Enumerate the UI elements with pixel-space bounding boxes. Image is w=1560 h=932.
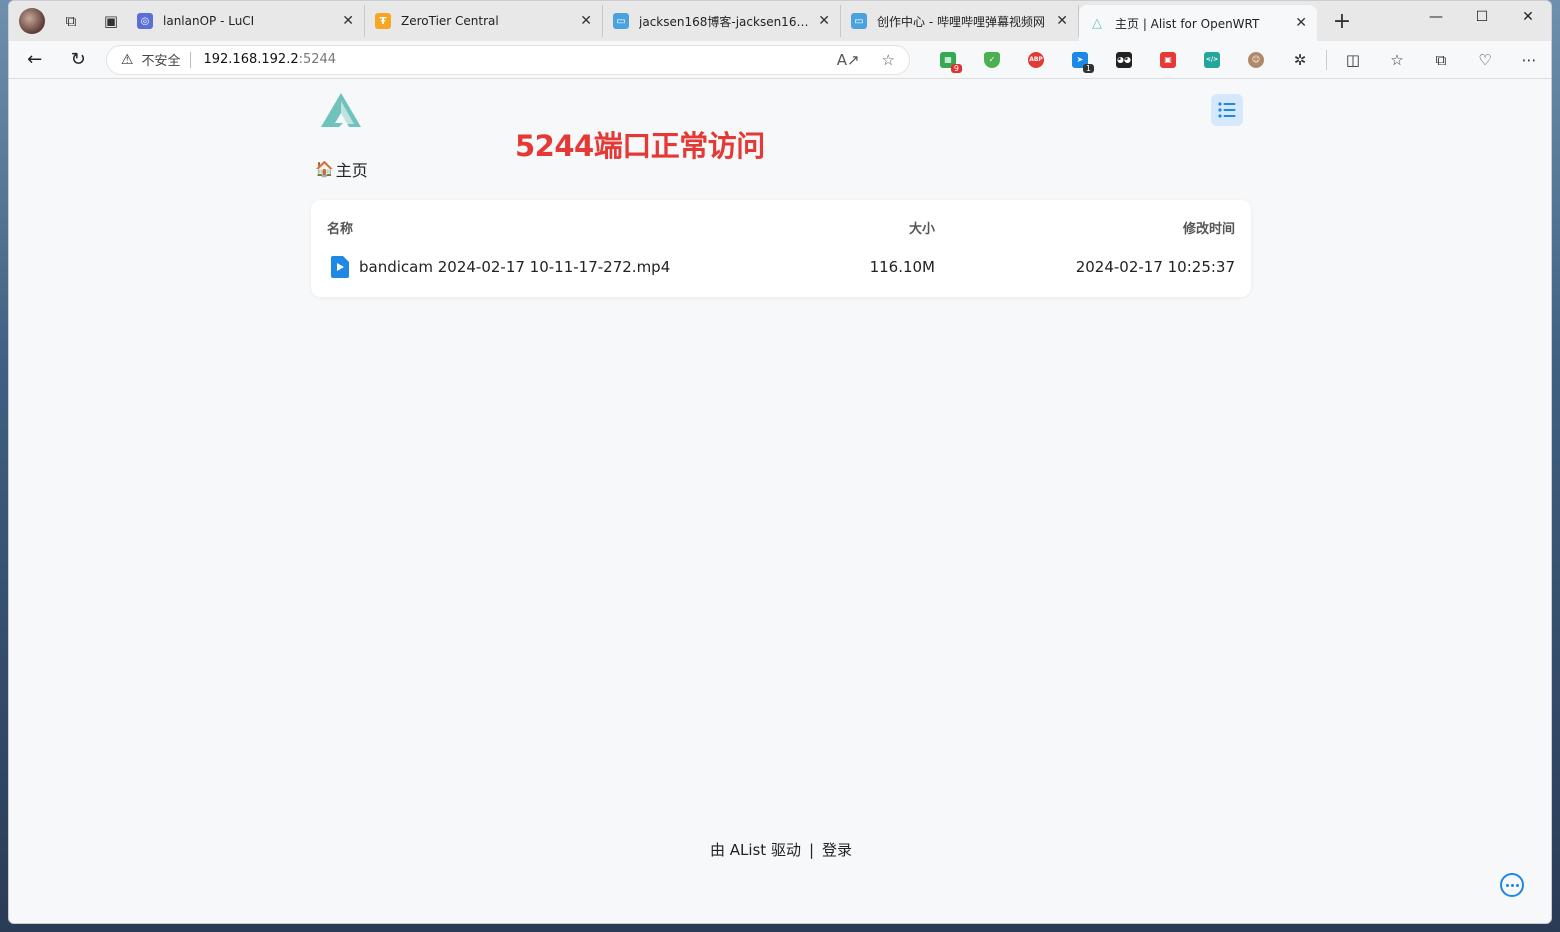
powered-by-link[interactable]: 由 AList 驱动 <box>710 841 801 859</box>
alist-page: 5244端口正常访问 🏠 主页 名称 大小 修改时间 bandicam 2024… <box>9 79 1551 923</box>
favorites-icon[interactable]: ☆ <box>1375 45 1419 75</box>
warning-icon[interactable]: ⚠ <box>121 52 134 68</box>
window-close-button[interactable]: ✕ <box>1505 1 1551 33</box>
browser-window: ⧉ ▣ ◎ lanlanOP - LuCI ✕ Ŧ ZeroTier Centr… <box>8 0 1552 924</box>
collections-icon[interactable]: ⧉ <box>1419 45 1463 75</box>
footer-separator: | <box>808 841 815 859</box>
address-bar[interactable]: ⚠ 不安全 192.168.192.2 :5244 A↗ ☆ <box>105 44 910 75</box>
favorite-star-icon[interactable]: ☆ <box>882 51 895 69</box>
file-name-link[interactable]: bandicam 2024-02-17 10-11-17-272.mp4 <box>359 258 670 276</box>
ext-badge: 1 <box>1082 63 1094 73</box>
tab-title: 主页 | Alist for OpenWRT <box>1115 16 1260 31</box>
url-port: :5244 <box>298 52 337 67</box>
grid-ext-icon[interactable]: ▦ 9 <box>926 45 970 75</box>
file-size: 116.10M <box>869 258 935 276</box>
header-name[interactable]: 名称 <box>327 218 353 237</box>
mask-ext-icon[interactable]: ◕◕ <box>1102 45 1146 75</box>
close-icon[interactable]: ✕ <box>818 13 830 29</box>
home-icon[interactable]: 🏠 <box>315 160 334 178</box>
header-size[interactable]: 大小 <box>909 218 935 237</box>
list-menu-button[interactable] <box>1211 94 1243 126</box>
read-aloud-icon[interactable]: A↗ <box>837 51 860 69</box>
new-tab-button[interactable]: + <box>1327 9 1357 34</box>
file-modified: 2024-02-17 10:25:37 <box>1075 258 1235 276</box>
alist-favicon-icon: △ <box>1092 15 1102 31</box>
login-link[interactable]: 登录 <box>822 841 852 859</box>
bird-ext-icon[interactable]: ➤ 1 <box>1058 45 1102 75</box>
more-options-icon[interactable] <box>1500 873 1524 897</box>
alist-logo-icon[interactable] <box>319 91 363 129</box>
insecure-label[interactable]: 不安全 <box>141 50 180 69</box>
tab-zerotier[interactable]: Ŧ ZeroTier Central ✕ <box>365 5 603 37</box>
extensions-bar: ▦ 9 ✓ ABP ➤ 1 ◕◕ ▣ </> ☺ ✲ ◫ ☆ ⧉ ♡ ⋯ <box>926 45 1551 75</box>
browser-toolbar: ← ↻ ⚠ 不安全 192.168.192.2 :5244 A↗ ☆ ▦ 9 ✓… <box>9 41 1551 79</box>
video-file-icon <box>331 256 349 278</box>
page-footer: 由 AList 驱动 | 登录 <box>9 839 1551 860</box>
zerotier-favicon-icon: Ŧ <box>375 13 391 29</box>
tab-alist[interactable]: △ 主页 | Alist for OpenWRT ✕ <box>1079 5 1317 41</box>
extensions-puzzle-icon[interactable]: ✲ <box>1278 45 1322 75</box>
face-ext-icon[interactable]: ☺ <box>1234 45 1278 75</box>
performance-icon[interactable]: ♡ <box>1463 45 1507 75</box>
tab-title: jacksen168博客-jacksen168专栏 <box>639 14 811 29</box>
bilibili-favicon-icon: ▭ <box>613 13 629 29</box>
divider <box>190 51 192 68</box>
shield-ext-icon[interactable]: ✓ <box>970 45 1014 75</box>
abp-ext-icon[interactable]: ABP <box>1014 45 1058 75</box>
red-ext-icon[interactable]: ▣ <box>1146 45 1190 75</box>
tab-luci[interactable]: ◎ lanlanOP - LuCI ✕ <box>127 5 365 37</box>
breadcrumb: 🏠 主页 <box>315 157 368 181</box>
code-ext-icon[interactable]: </> <box>1190 45 1234 75</box>
more-menu-icon[interactable]: ⋯ <box>1507 45 1551 75</box>
tab-jacksen-blog[interactable]: ▭ jacksen168博客-jacksen168专栏 ✕ <box>603 5 841 37</box>
tab-actions-icon[interactable]: ▣ <box>95 5 127 37</box>
breadcrumb-home-link[interactable]: 主页 <box>336 157 368 181</box>
close-icon[interactable]: ✕ <box>342 13 354 29</box>
window-controls: — ☐ ✕ <box>1413 1 1551 33</box>
back-button[interactable]: ← <box>17 44 52 76</box>
maximize-button[interactable]: ☐ <box>1459 1 1505 33</box>
tab-title: ZeroTier Central <box>401 14 499 28</box>
tab-title: 创作中心 - 哔哩哔哩弹幕视频网 <box>877 14 1045 29</box>
split-screen-icon[interactable]: ◫ <box>1331 45 1375 75</box>
reload-button[interactable]: ↻ <box>60 44 95 76</box>
close-icon[interactable]: ✕ <box>1295 15 1307 31</box>
header-modified[interactable]: 修改时间 <box>1183 218 1235 237</box>
red-annotation-text: 5244端口正常访问 <box>515 129 765 163</box>
close-icon[interactable]: ✕ <box>580 13 592 29</box>
bilibili-favicon-icon: ▭ <box>851 13 867 29</box>
list-icon <box>1218 102 1236 118</box>
url-host: 192.168.192.2 <box>203 52 299 67</box>
close-icon[interactable]: ✕ <box>1056 13 1068 29</box>
tab-bilibili-creator[interactable]: ▭ 创作中心 - 哔哩哔哩弹幕视频网 ✕ <box>841 5 1079 37</box>
divider <box>1326 49 1327 70</box>
minimize-button[interactable]: — <box>1413 1 1459 33</box>
profile-avatar[interactable] <box>19 8 45 34</box>
workspaces-icon[interactable]: ⧉ <box>55 5 87 37</box>
file-list-card: 名称 大小 修改时间 bandicam 2024-02-17 10-11-17-… <box>311 200 1251 297</box>
tab-strip: ⧉ ▣ ◎ lanlanOP - LuCI ✕ Ŧ ZeroTier Centr… <box>9 1 1551 41</box>
tab-title: lanlanOP - LuCI <box>163 14 255 28</box>
ext-badge: 9 <box>950 63 962 73</box>
luci-favicon-icon: ◎ <box>137 13 153 29</box>
